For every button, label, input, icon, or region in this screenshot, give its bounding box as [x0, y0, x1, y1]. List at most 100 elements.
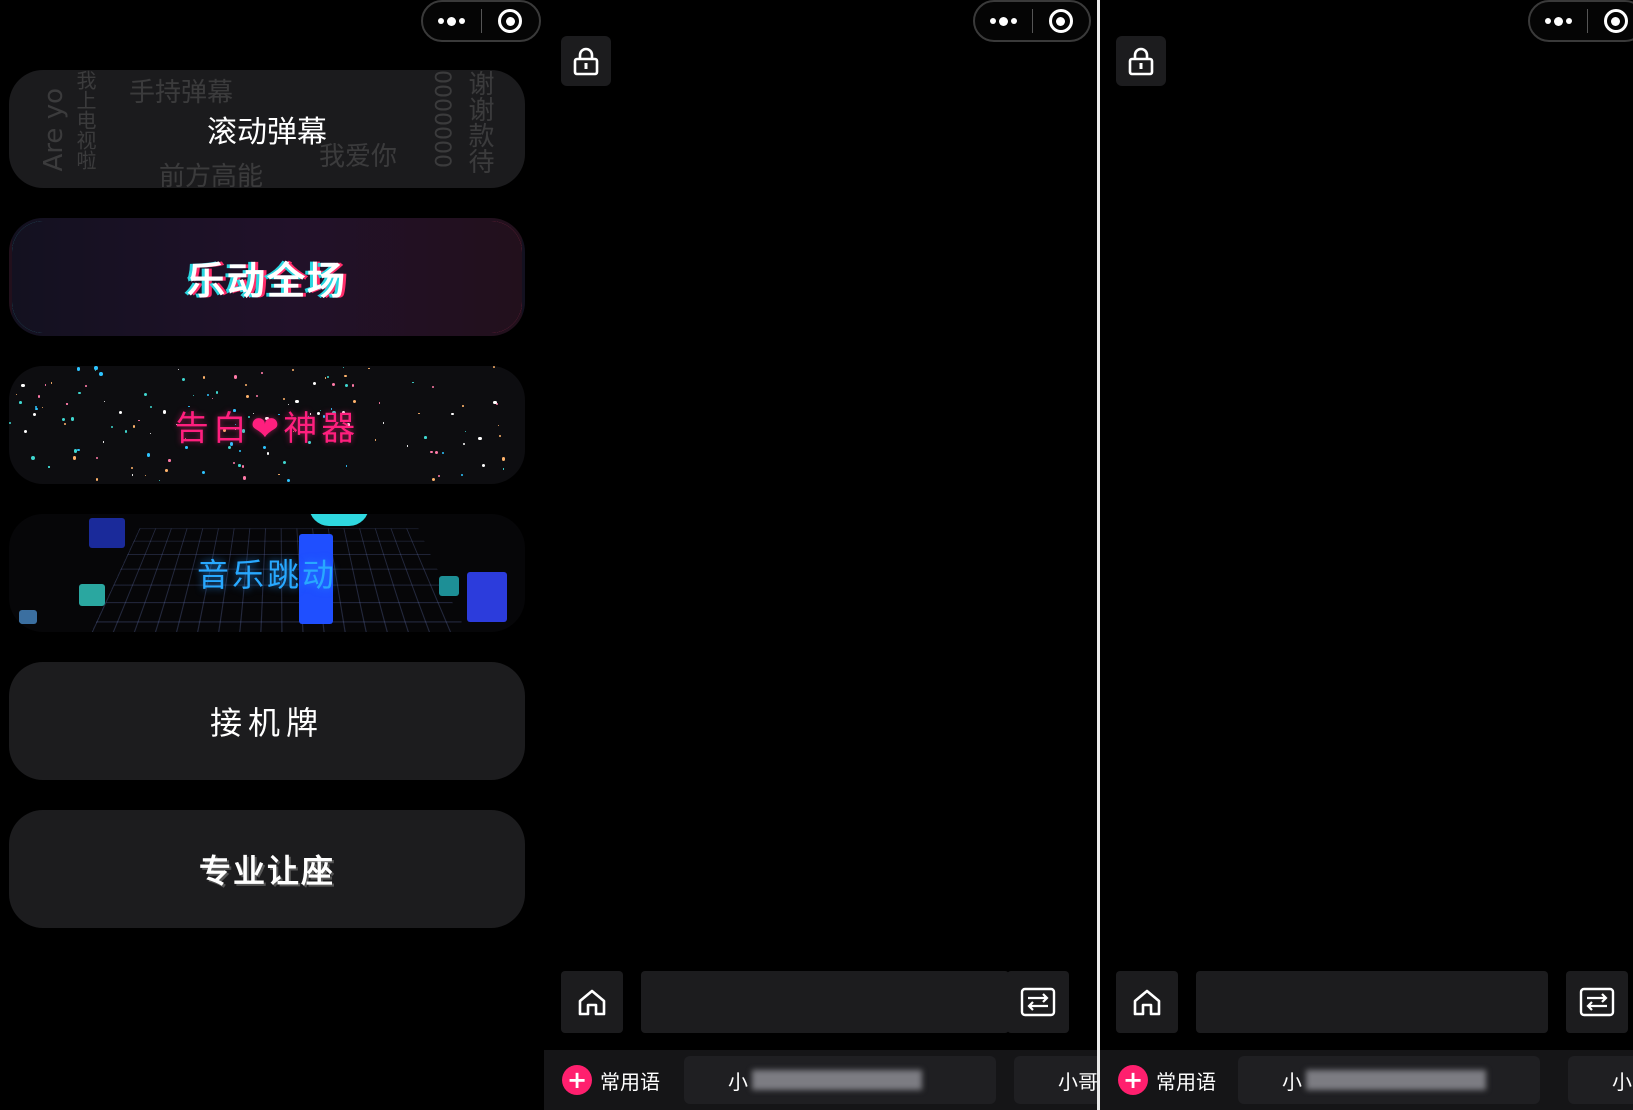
star-decoration	[233, 374, 238, 379]
star-decoration	[451, 413, 454, 416]
card-pickup-sign[interactable]: 接机牌	[9, 662, 525, 780]
star-decoration	[345, 383, 349, 387]
star-decoration	[286, 478, 290, 482]
star-decoration	[481, 464, 485, 468]
star-decoration	[291, 368, 294, 371]
card-confession[interactable]: 告白❤神器	[9, 366, 525, 484]
star-decoration	[260, 371, 263, 374]
text-input[interactable]	[1196, 971, 1548, 1033]
star-decoration	[138, 420, 140, 422]
home-icon	[1133, 989, 1161, 1016]
star-decoration	[266, 452, 270, 456]
switch-button[interactable]	[1007, 971, 1069, 1033]
star-decoration	[18, 401, 22, 405]
card-music-party[interactable]: 乐动全场	[9, 218, 525, 336]
star-decoration	[168, 459, 171, 462]
star-decoration	[50, 382, 53, 384]
star-decoration	[95, 456, 99, 460]
star-decoration	[118, 410, 122, 414]
more-icon[interactable]	[1530, 16, 1587, 26]
star-decoration	[432, 386, 435, 389]
star-decoration	[41, 406, 44, 409]
card-label: 滚动弹幕	[207, 115, 327, 150]
common-phrases-bar: + 常用语 小 小哥	[544, 1050, 1098, 1110]
phrase-chip[interactable]: 小	[684, 1056, 996, 1104]
lock-button[interactable]	[1116, 36, 1166, 86]
star-decoration	[437, 474, 440, 477]
star-decoration	[461, 474, 464, 477]
star-decoration	[95, 478, 99, 481]
star-decoration	[502, 467, 505, 470]
danmu-bg-text: Are yo	[39, 88, 69, 172]
phrase-chip-text: 小	[728, 1069, 748, 1094]
star-decoration	[232, 461, 236, 464]
star-decoration	[412, 381, 414, 384]
star-decoration	[98, 371, 103, 376]
switch-button[interactable]	[1566, 971, 1628, 1033]
more-icon[interactable]	[423, 16, 481, 26]
plus-icon[interactable]: +	[1118, 1065, 1148, 1095]
card-scrolling-danmu[interactable]: 手持弹幕 前方高能 我爱你 Are yo 我上电视啦 谢谢款待 0000000 …	[9, 70, 525, 188]
card-label: 专业让座	[198, 852, 335, 890]
phrase-chip[interactable]: 小哥	[1014, 1056, 1098, 1104]
switch-icon	[1579, 987, 1615, 1017]
star-decoration	[70, 416, 75, 421]
danmu-bg-text: 我爱你	[319, 142, 398, 172]
star-decoration	[345, 465, 348, 467]
menu-screen: 手持弹幕 前方高能 我爱你 Are yo 我上电视啦 谢谢款待 0000000 …	[0, 0, 544, 1110]
danmu-bg-text: 谢谢款待	[464, 70, 494, 174]
target-icon[interactable]	[1032, 9, 1089, 33]
star-decoration	[201, 471, 205, 475]
star-decoration	[78, 391, 81, 394]
star-decoration	[21, 383, 25, 387]
common-phrases-button[interactable]: 常用语	[600, 1066, 660, 1095]
star-decoration	[211, 398, 213, 400]
card-music-beat[interactable]: 音乐跳动	[9, 514, 525, 632]
star-decoration	[130, 466, 134, 470]
star-decoration	[124, 430, 128, 434]
star-decoration	[10, 477, 14, 481]
text-input[interactable]	[641, 971, 1009, 1033]
star-decoration	[77, 448, 81, 452]
star-decoration	[111, 426, 113, 429]
home-button[interactable]	[561, 971, 623, 1033]
card-label: 接机牌	[209, 704, 324, 742]
star-decoration	[374, 438, 377, 441]
cube-decoration	[439, 576, 459, 596]
star-decoration	[61, 417, 65, 421]
star-decoration	[312, 382, 316, 386]
home-button[interactable]	[1116, 971, 1178, 1033]
star-decoration	[15, 393, 18, 396]
star-decoration	[48, 466, 50, 468]
card-label: 告白❤神器	[174, 408, 360, 449]
star-decoration	[441, 451, 445, 455]
lock-button[interactable]	[561, 36, 611, 86]
star-decoration	[143, 392, 147, 397]
star-decoration	[37, 395, 41, 398]
card-offer-seat[interactable]: 专业让座	[9, 810, 525, 928]
star-decoration	[132, 425, 136, 429]
star-decoration	[324, 377, 327, 379]
mini-program-capsule	[421, 0, 541, 42]
target-icon[interactable]	[481, 9, 539, 33]
common-phrases-button[interactable]: 常用语	[1156, 1066, 1216, 1095]
star-decoration	[192, 394, 195, 397]
home-icon	[578, 989, 606, 1016]
star-decoration	[77, 367, 81, 371]
star-decoration	[244, 383, 248, 387]
star-decoration	[177, 369, 179, 371]
star-decoration	[149, 432, 152, 435]
star-decoration	[23, 430, 28, 434]
phrase-chip[interactable]: 小	[1568, 1056, 1633, 1104]
target-icon[interactable]	[1587, 9, 1633, 33]
star-decoration	[164, 469, 168, 473]
star-decoration	[368, 367, 370, 370]
more-icon[interactable]	[975, 16, 1032, 26]
phrase-chip[interactable]: 小	[1238, 1056, 1540, 1104]
plus-icon[interactable]: +	[562, 1065, 592, 1095]
star-decoration	[462, 405, 464, 407]
star-decoration	[72, 456, 77, 461]
star-decoration	[282, 460, 287, 465]
star-decoration	[149, 406, 152, 409]
star-decoration	[102, 440, 105, 443]
